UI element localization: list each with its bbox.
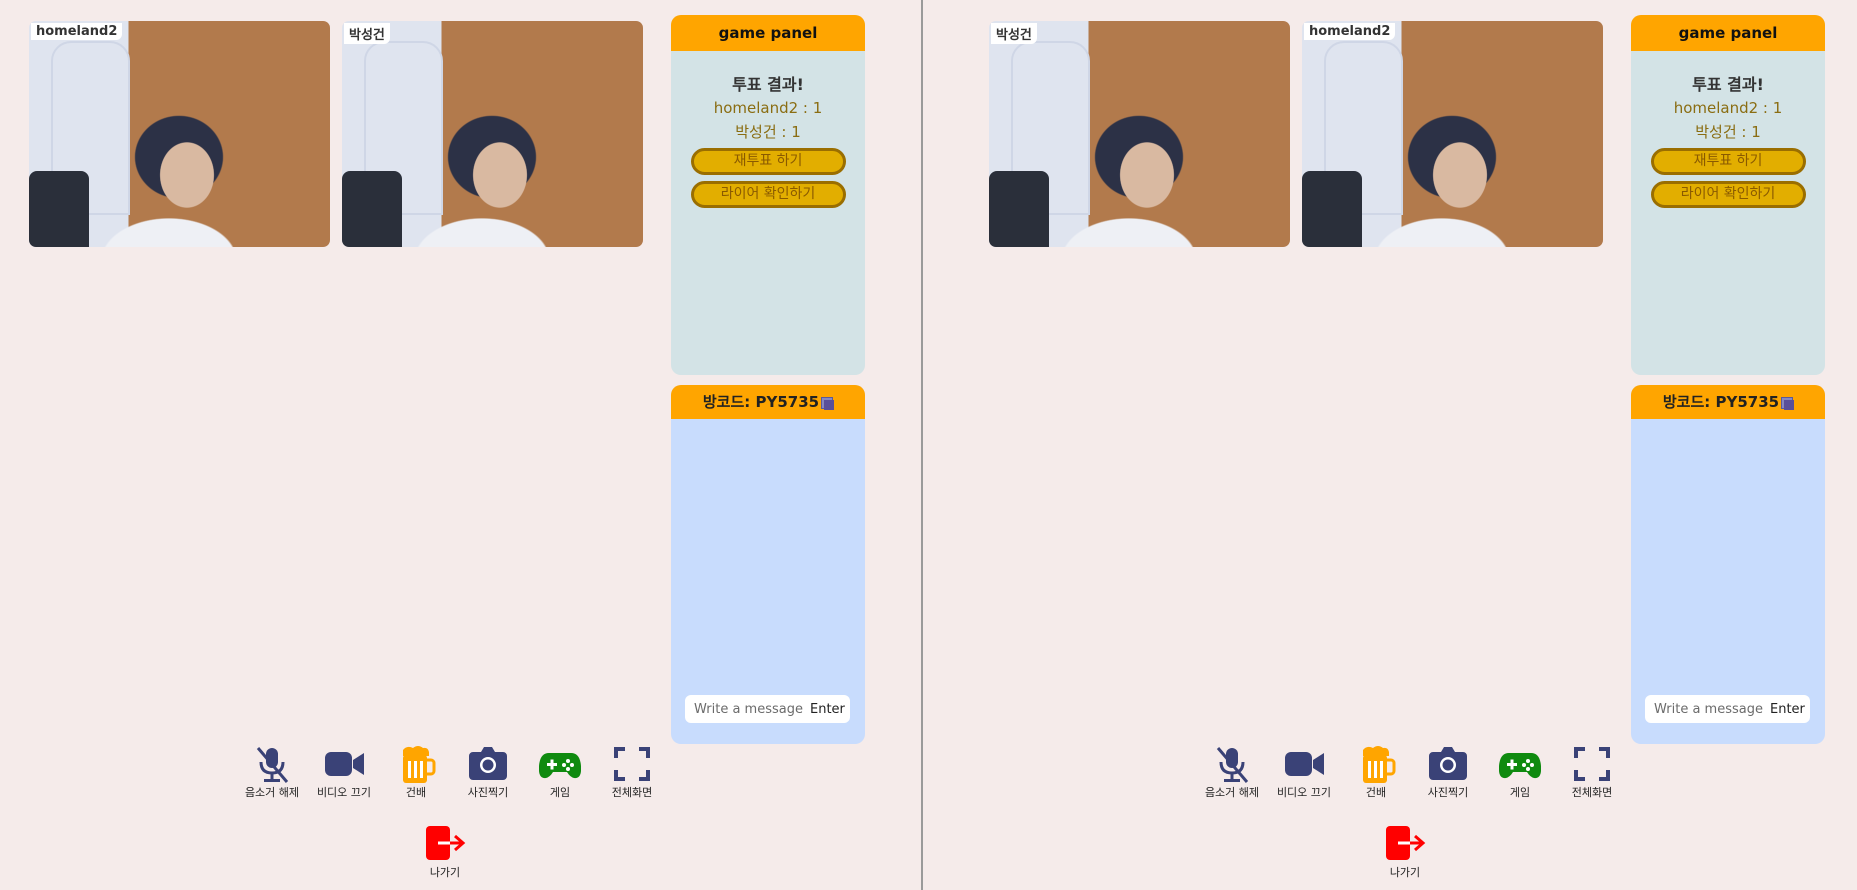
- fullscreen-label: 전체화면: [1571, 786, 1613, 799]
- participant-name: 박성건: [991, 23, 1037, 44]
- game-label: 게임: [1509, 786, 1531, 799]
- fullscreen-label: 전체화면: [611, 786, 653, 799]
- chat-panel: 방코드: PY5735 Enter: [1631, 385, 1825, 744]
- participant-name: homeland2: [31, 23, 123, 40]
- control-toolbar: 음소거 해제 비디오 끄기 건배 사진찍기 게임 전체화면: [1196, 744, 1628, 800]
- cheers-button[interactable]: 건배: [1340, 744, 1412, 800]
- copy-icon[interactable]: [1781, 396, 1795, 410]
- video-off-button[interactable]: 비디오 끄기: [1268, 744, 1340, 800]
- unmute-label: 음소거 해제: [1204, 786, 1260, 799]
- vote-result-title: 투표 결과!: [1692, 75, 1764, 94]
- exit-label: 나가기: [1389, 866, 1421, 879]
- background-chair: [342, 171, 402, 247]
- game-button[interactable]: 게임: [1484, 744, 1556, 800]
- camera-icon: [469, 747, 507, 780]
- chat-input-row: Enter: [685, 695, 850, 723]
- copy-icon[interactable]: [821, 396, 835, 410]
- game-panel: game panel 투표 결과! homeland2 : 1 박성건 : 1 …: [671, 15, 865, 375]
- game-label: 게임: [549, 786, 571, 799]
- cheers-button[interactable]: 건배: [380, 744, 452, 800]
- check-liar-button[interactable]: 라이어 확인하기: [690, 181, 846, 208]
- background-chair: [989, 171, 1049, 247]
- chat-input-row: Enter: [1645, 695, 1810, 723]
- take-photo-button[interactable]: 사진찍기: [1412, 744, 1484, 800]
- video-tile: homeland2: [1302, 21, 1603, 247]
- gamepad-icon: [1499, 753, 1541, 779]
- video-tile: 박성건: [989, 21, 1290, 247]
- control-toolbar: 음소거 해제 비디오 끄기 건배 사진찍기 게임 전체화면: [236, 744, 668, 800]
- revote-button[interactable]: 재투표 하기: [690, 148, 846, 175]
- chat-header: 방코드: PY5735: [1631, 385, 1825, 419]
- chat-panel: 방코드: PY5735 Enter: [671, 385, 865, 744]
- unmute-button[interactable]: 음소거 해제: [236, 744, 308, 800]
- vote-count: 박성건 : 1: [1695, 123, 1761, 141]
- left-client-window: homeland2 박성건 game panel 투표 결과! homeland…: [0, 0, 920, 890]
- participant-name: homeland2: [1304, 23, 1396, 40]
- vote-count: homeland2 : 1: [713, 99, 823, 117]
- exit-door-icon: [426, 826, 466, 860]
- video-tile: 박성건: [342, 21, 643, 247]
- take-photo-label: 사진찍기: [467, 786, 509, 799]
- chat-header: 방코드: PY5735: [671, 385, 865, 419]
- mic-off-icon: [1216, 747, 1249, 783]
- game-panel: game panel 투표 결과! homeland2 : 1 박성건 : 1 …: [1631, 15, 1825, 375]
- camera-icon: [1429, 747, 1467, 780]
- exit-button[interactable]: 나가기: [415, 824, 475, 880]
- video-off-label: 비디오 끄기: [1276, 786, 1332, 799]
- fullscreen-button[interactable]: 전체화면: [1556, 744, 1628, 800]
- room-code: 방코드: PY5735: [1662, 393, 1780, 411]
- fullscreen-button[interactable]: 전체화면: [596, 744, 668, 800]
- exit-label: 나가기: [429, 866, 461, 879]
- vote-count: 박성건 : 1: [735, 123, 801, 141]
- gamepad-icon: [539, 753, 581, 779]
- video-off-button[interactable]: 비디오 끄기: [308, 744, 380, 800]
- video-camera-icon: [325, 752, 364, 776]
- game-panel-title: game panel: [1631, 15, 1825, 51]
- cheers-label: 건배: [1365, 786, 1387, 799]
- beer-mug-icon: [403, 746, 436, 783]
- game-button[interactable]: 게임: [524, 744, 596, 800]
- participant-name: 박성건: [344, 23, 390, 44]
- video-tile: homeland2: [29, 21, 330, 247]
- background-chair: [29, 171, 89, 247]
- exit-door-icon: [1386, 826, 1426, 860]
- mic-off-icon: [256, 747, 289, 783]
- send-button[interactable]: Enter: [810, 702, 845, 717]
- take-photo-label: 사진찍기: [1427, 786, 1469, 799]
- unmute-label: 음소거 해제: [244, 786, 300, 799]
- message-input[interactable]: [692, 700, 808, 718]
- video-camera-icon: [1285, 752, 1324, 776]
- fullscreen-icon: [1574, 747, 1610, 781]
- check-liar-button[interactable]: 라이어 확인하기: [1650, 181, 1806, 208]
- vote-count: homeland2 : 1: [1673, 99, 1783, 117]
- room-code: 방코드: PY5735: [702, 393, 820, 411]
- take-photo-button[interactable]: 사진찍기: [452, 744, 524, 800]
- cheers-label: 건배: [405, 786, 427, 799]
- background-chair: [1302, 171, 1362, 247]
- vote-result-title: 투표 결과!: [732, 75, 804, 94]
- beer-mug-icon: [1363, 746, 1396, 783]
- game-panel-title: game panel: [671, 15, 865, 51]
- unmute-button[interactable]: 음소거 해제: [1196, 744, 1268, 800]
- fullscreen-icon: [614, 747, 650, 781]
- send-button[interactable]: Enter: [1770, 702, 1805, 717]
- right-client-window: 박성건 homeland2 game panel 투표 결과! homeland…: [923, 0, 1843, 890]
- message-input[interactable]: [1652, 700, 1768, 718]
- video-off-label: 비디오 끄기: [316, 786, 372, 799]
- exit-button[interactable]: 나가기: [1375, 824, 1435, 880]
- revote-button[interactable]: 재투표 하기: [1650, 148, 1806, 175]
